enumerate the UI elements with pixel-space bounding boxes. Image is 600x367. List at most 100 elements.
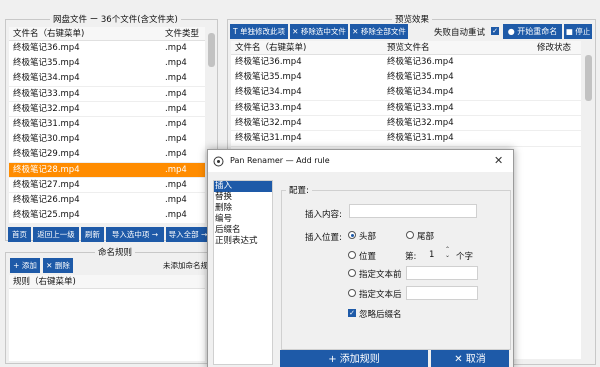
- radio-index[interactable]: [348, 251, 356, 259]
- import-all-button[interactable]: 导入全部 →: [166, 227, 210, 242]
- stop-button[interactable]: ■ 停止: [564, 24, 592, 39]
- file-row[interactable]: 终极笔记29.mp4 .mp4: [9, 147, 205, 163]
- radio-head-label: 头部: [359, 232, 377, 242]
- preview-row[interactable]: 终极笔记31.mp4 终极笔记31.mp4: [231, 131, 581, 147]
- rule-type-item[interactable]: 替换: [214, 192, 272, 203]
- rules-header: 规则（右键菜单): [9, 275, 205, 289]
- radio-after-text-label: 指定文本后: [359, 290, 402, 300]
- index-prefix: 第:: [405, 252, 417, 262]
- file-list-scroll-thumb[interactable]: [208, 33, 215, 67]
- col-preview-status[interactable]: 修改状态: [537, 41, 571, 55]
- file-type: .mp4: [165, 58, 187, 69]
- radio-head[interactable]: [348, 231, 356, 239]
- file-name: 终极笔记29.mp4: [13, 149, 80, 160]
- file-row[interactable]: 终极笔记36.mp4 .mp4: [9, 41, 205, 57]
- add-rule-button[interactable]: + 添加: [10, 258, 40, 273]
- rule-type-item[interactable]: 删除: [214, 203, 272, 214]
- preview-file-name: 终极笔记34.mp4: [235, 87, 302, 98]
- radio-tail-label: 尾部: [417, 232, 435, 242]
- rule-type-item[interactable]: 后缀名: [214, 225, 272, 236]
- preview-row[interactable]: 终极笔记33.mp4 终极笔记33.mp4: [231, 100, 581, 117]
- preview-row[interactable]: 终极笔记35.mp4 终极笔记35.mp4: [231, 70, 581, 86]
- auto-retry-label: 失败自动重试: [434, 28, 486, 38]
- preview-new-name: 终极笔记34.mp4: [387, 87, 454, 98]
- preview-file-name: 终极笔记36.mp4: [235, 57, 302, 67]
- file-list-title: 网盘文件 ー 36个文件(含文件夹): [50, 13, 181, 25]
- file-row[interactable]: 终极笔记35.mp4 .mp4: [9, 56, 205, 72]
- preview-scroll-thumb[interactable]: [585, 55, 592, 101]
- col-filetype[interactable]: 文件类型: [165, 27, 199, 41]
- rules-table: 规则（右键菜单): [9, 275, 205, 361]
- file-name: 终极笔记35.mp4: [13, 58, 80, 69]
- file-name: 终极笔记36.mp4: [13, 43, 80, 53]
- rule-type-item[interactable]: 正则表达式: [214, 236, 272, 247]
- col-preview-filename[interactable]: 文件名（右键菜单): [235, 41, 306, 55]
- auto-retry-checkbox[interactable]: ✓: [491, 27, 499, 35]
- preview-new-name: 终极笔记32.mp4: [387, 117, 454, 128]
- file-row[interactable]: 终极笔记25.mp4 .mp4: [9, 208, 205, 223]
- preview-row[interactable]: 终极笔记34.mp4 终极笔记34.mp4: [231, 85, 581, 101]
- radio-tail[interactable]: [406, 231, 414, 239]
- start-rename-button[interactable]: ● 开始重命名: [503, 24, 562, 39]
- file-type: .mp4: [165, 103, 187, 114]
- col-rule[interactable]: 规则（右键菜单): [13, 275, 76, 289]
- preview-row[interactable]: 终极笔记32.mp4 终极笔记32.mp4: [231, 115, 581, 132]
- file-type: .mp4: [165, 43, 187, 53]
- dialog-add-rule-button[interactable]: + 添加规则: [280, 350, 428, 367]
- file-row[interactable]: 终极笔记31.mp4 .mp4: [9, 117, 205, 133]
- delete-rule-button[interactable]: ✕ 删除: [43, 258, 73, 273]
- preview-new-name: 终极笔记35.mp4: [387, 72, 454, 83]
- col-preview-newname[interactable]: 预览文件名: [387, 41, 430, 55]
- insert-position-label: 插入位置:: [305, 233, 342, 243]
- index-suffix: 个字: [456, 252, 474, 262]
- file-row[interactable]: 终极笔记32.mp4 .mp4: [9, 101, 205, 118]
- close-icon[interactable]: ✕: [494, 154, 503, 167]
- file-row[interactable]: 终极笔记30.mp4 .mp4: [9, 132, 205, 148]
- ignore-ext-checkbox[interactable]: ✓: [348, 309, 356, 317]
- dialog-cancel-button[interactable]: ✕ 取消: [431, 350, 509, 367]
- ignore-ext-label: 忽略后缀名: [359, 310, 402, 320]
- manual-edit-button[interactable]: T 单独修改此项: [230, 24, 288, 39]
- file-row[interactable]: 终极笔记34.mp4 .mp4: [9, 71, 205, 87]
- preview-file-name: 终极笔记35.mp4: [235, 72, 302, 83]
- home-button[interactable]: 首页: [8, 227, 31, 242]
- file-row[interactable]: 终极笔记27.mp4 .mp4: [9, 177, 205, 194]
- radio-after-text[interactable]: [348, 289, 356, 297]
- go-up-button[interactable]: 返回上一级: [33, 227, 79, 242]
- refresh-button[interactable]: 刷新: [81, 227, 104, 242]
- file-row[interactable]: 终极笔记26.mp4 .mp4: [9, 193, 205, 209]
- insert-content-input[interactable]: [349, 204, 477, 218]
- col-filename[interactable]: 文件名（右键菜单): [13, 27, 84, 41]
- remove-selected-button[interactable]: ✕ 移除选中文件: [290, 24, 348, 39]
- preview-row[interactable]: 终极笔记36.mp4 终极笔记36.mp4: [231, 55, 581, 71]
- after-text-input[interactable]: [406, 286, 478, 300]
- file-name: 终极笔记26.mp4: [13, 195, 80, 205]
- file-type: .mp4: [165, 164, 187, 175]
- preview-header: 文件名（右键菜单) 预览文件名 修改状态: [231, 41, 581, 55]
- index-value[interactable]: 1: [429, 250, 434, 260]
- preview-new-name: 终极笔记33.mp4: [387, 102, 454, 113]
- radio-before-text-label: 指定文本前: [359, 270, 402, 280]
- rule-type-item[interactable]: 插入: [214, 181, 272, 192]
- dialog-titlebar: Pan Renamer — Add rule ✕: [208, 150, 513, 172]
- import-selected-button[interactable]: 导入选中项 →: [106, 227, 164, 242]
- file-name: 终极笔记25.mp4: [13, 210, 80, 221]
- preview-new-name: 终极笔记31.mp4: [387, 133, 454, 143]
- preview-file-name: 终极笔记31.mp4: [235, 133, 302, 143]
- spinner-updown-icon[interactable]: ⌃ ⌄: [445, 247, 450, 259]
- file-name: 终极笔记28.mp4: [13, 164, 80, 175]
- rule-type-item[interactable]: 编号: [214, 214, 272, 225]
- file-name: 终极笔记32.mp4: [13, 103, 80, 114]
- radio-before-text[interactable]: [348, 269, 356, 277]
- preview-scrollbar[interactable]: [584, 41, 593, 359]
- file-row[interactable]: 终极笔记28.mp4 .mp4: [9, 162, 205, 179]
- remove-all-button[interactable]: ✕ 移除全部文件: [350, 24, 408, 39]
- file-row[interactable]: 终极笔记33.mp4 .mp4: [9, 86, 205, 103]
- file-name: 终极笔记27.mp4: [13, 179, 80, 190]
- file-type: .mp4: [165, 210, 187, 221]
- file-type: .mp4: [165, 73, 187, 84]
- preview-new-name: 终极笔记36.mp4: [387, 57, 454, 67]
- before-text-input[interactable]: [406, 266, 478, 280]
- file-list-table: 文件名（右键菜单) 文件类型 终极笔记36.mp4 .mp4 终极笔记35.mp4.…: [9, 27, 205, 223]
- file-type: .mp4: [165, 119, 187, 129]
